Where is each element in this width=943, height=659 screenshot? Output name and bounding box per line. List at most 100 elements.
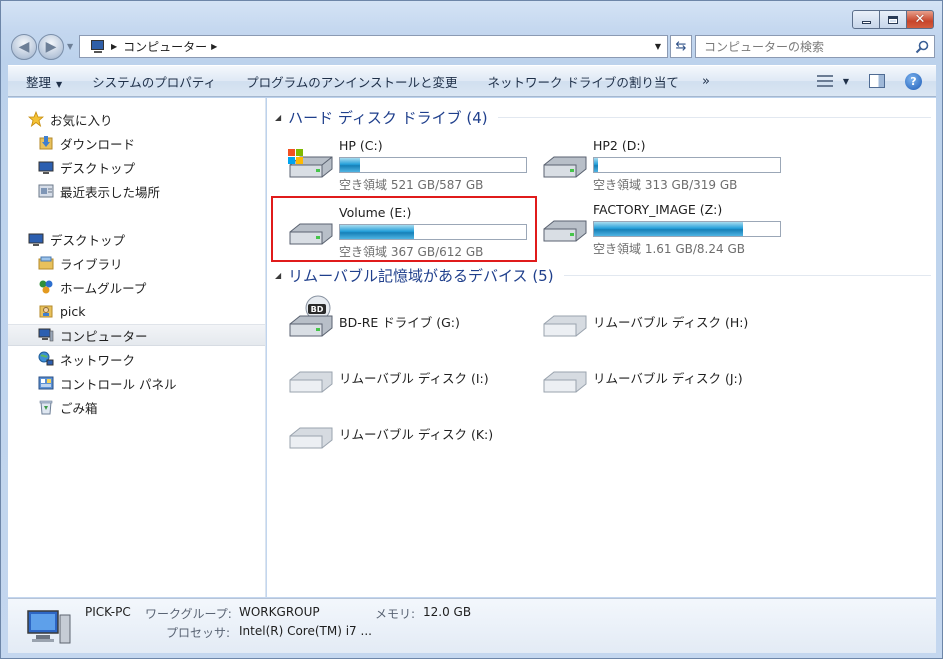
removable-disk-icon — [289, 427, 333, 449]
nav-item-label: 最近表示した場所 — [60, 184, 161, 200]
uninstall-program-button[interactable]: プログラムのアンインストールと変更 — [231, 72, 472, 91]
view-dropdown-icon[interactable]: ▼ — [843, 77, 849, 86]
nav-user-pick[interactable]: pick — [8, 300, 265, 322]
explorer-window: ✕ ◀ ▶ ▼ ▶ コンピューター ▶ ▼ ⇆ 整理 ▼ システムのプロパティ プ… — [0, 0, 943, 659]
recycle-bin-icon — [39, 400, 53, 415]
maximize-icon — [888, 15, 898, 24]
back-arrow-icon: ◀ — [18, 39, 30, 55]
control-panel-icon — [38, 376, 54, 390]
workgroup-label: ワークグループ: — [145, 607, 232, 621]
drive-free-space: 空き領域 313 GB/319 GB — [593, 178, 738, 192]
refresh-icon: ⇆ — [675, 39, 687, 54]
command-bar-right: ▼ ? — [816, 72, 936, 90]
drive-name: FACTORY_IMAGE (Z:) — [593, 202, 723, 217]
drive-usage-bar — [339, 157, 527, 173]
removable-disk-icon — [543, 371, 587, 393]
search-box[interactable] — [695, 35, 935, 58]
memory-label: メモリ: — [375, 607, 416, 621]
drive-z[interactable]: FACTORY_IMAGE (Z:) 空き領域 1.61 GB/8.24 GB — [527, 195, 783, 256]
drive-h[interactable]: リムーバブル ディスク (H:) — [527, 294, 783, 344]
nav-desktop[interactable]: デスクトップ — [8, 228, 265, 250]
search-icon[interactable] — [915, 40, 929, 54]
breadcrumb-chevron-icon[interactable]: ▶ — [211, 42, 217, 51]
removable-disk-icon — [543, 315, 587, 337]
drive-usage-bar — [339, 224, 527, 240]
group-header-hard-disks[interactable]: ◢ ハード ディスク ドライブ (4) — [275, 107, 931, 128]
system-properties-button[interactable]: システムのプロパティ — [77, 72, 231, 91]
nav-recent-places[interactable]: 最近表示した場所 — [8, 180, 265, 202]
close-button[interactable]: ✕ — [906, 10, 934, 29]
device-name: BD-RE ドライブ (G:) — [339, 315, 460, 330]
address-history-dropdown-icon[interactable]: ▼ — [655, 42, 661, 51]
nav-item-label: pick — [60, 303, 86, 319]
nav-item-label: コントロール パネル — [60, 376, 177, 392]
drive-c[interactable]: HP (C:) 空き領域 521 GB/587 GB — [273, 131, 529, 192]
nav-item-label: デスクトップ — [50, 232, 126, 248]
change-view-icon[interactable] — [816, 74, 833, 88]
nav-item-label: ホームグループ — [60, 280, 147, 296]
drive-j[interactable]: リムーバブル ディスク (J:) — [527, 350, 783, 400]
address-bar[interactable]: ▶ コンピューター ▶ ▼ — [79, 35, 668, 58]
recent-pages-dropdown[interactable]: ▼ — [67, 42, 73, 51]
nav-network[interactable]: ネットワーク — [8, 348, 265, 370]
forward-button[interactable]: ▶ — [38, 34, 64, 60]
downloads-folder-icon — [39, 136, 53, 150]
windows-drive-icon — [288, 149, 333, 178]
removable-disk-icon — [289, 371, 333, 393]
nav-item-label: ごみ箱 — [60, 400, 98, 416]
drive-free-space: 空き領域 367 GB/612 GB — [339, 245, 484, 259]
breadcrumb-chevron-icon[interactable]: ▶ — [111, 42, 117, 51]
nav-desktop-favorite[interactable]: デスクトップ — [8, 156, 265, 178]
breadcrumb-computer[interactable]: コンピューター — [123, 38, 207, 55]
pc-name: PICK-PC — [85, 605, 131, 619]
nav-libraries[interactable]: ライブラリ — [8, 252, 265, 274]
refresh-button[interactable]: ⇆ — [670, 35, 692, 58]
collapse-triangle-icon[interactable]: ◢ — [275, 113, 281, 122]
device-name: リムーバブル ディスク (J:) — [593, 371, 743, 386]
drive-name: HP (C:) — [339, 138, 383, 153]
nav-control-panel[interactable]: コントロール パネル — [8, 372, 265, 394]
drive-e[interactable]: Volume (E:) 空き領域 367 GB/612 GB — [271, 196, 537, 262]
minimize-button[interactable] — [852, 10, 880, 29]
map-network-drive-button[interactable]: ネットワーク ドライブの割り当て — [472, 72, 693, 91]
homegroup-icon — [39, 280, 53, 294]
drive-name: HP2 (D:) — [593, 138, 646, 153]
help-icon[interactable]: ? — [905, 72, 922, 90]
nav-homegroup[interactable]: ホームグループ — [8, 276, 265, 298]
libraries-icon — [38, 256, 54, 270]
hard-drive-icon — [543, 156, 587, 178]
drive-d[interactable]: HP2 (D:) 空き領域 313 GB/319 GB — [527, 131, 783, 192]
back-button[interactable]: ◀ — [11, 34, 37, 60]
nav-item-label: ダウンロード — [60, 136, 136, 152]
drive-free-space: 空き領域 1.61 GB/8.24 GB — [593, 242, 745, 256]
recent-places-icon — [38, 184, 54, 198]
group-header-removable[interactable]: ◢ リムーバブル記憶域があるデバイス (5) — [275, 265, 931, 286]
maximize-button[interactable] — [880, 10, 906, 29]
nav-recycle-bin[interactable]: ごみ箱 — [8, 396, 265, 418]
drive-g[interactable]: BD BD-RE ドライブ (G:) — [273, 294, 529, 344]
drive-usage-bar — [593, 157, 781, 173]
computer-icon — [38, 328, 54, 342]
dropdown-arrow-icon: ▼ — [56, 79, 63, 89]
device-name: リムーバブル ディスク (K:) — [339, 427, 494, 442]
network-icon — [38, 351, 54, 366]
more-commands-button[interactable]: » — [694, 74, 718, 89]
drive-i[interactable]: リムーバブル ディスク (I:) — [273, 350, 529, 400]
drive-k[interactable]: リムーバブル ディスク (K:) — [273, 406, 529, 456]
search-input[interactable] — [704, 39, 904, 54]
hard-drive-icon — [543, 220, 587, 242]
organize-menu[interactable]: 整理 ▼ — [8, 72, 77, 91]
nav-downloads[interactable]: ダウンロード — [8, 132, 265, 154]
processor-label: プロセッサ: — [166, 626, 231, 640]
computer-icon — [89, 39, 107, 54]
preview-pane-icon[interactable] — [869, 74, 885, 88]
drive-usage-fill — [340, 225, 415, 239]
minimize-icon — [861, 21, 871, 24]
processor-value: Intel(R) Core(TM) i7 ... — [239, 624, 372, 638]
address-row: ◀ ▶ ▼ ▶ コンピューター ▶ ▼ ⇆ — [9, 34, 939, 60]
nav-computer[interactable]: コンピューター — [8, 324, 265, 346]
content-area: ◢ ハード ディスク ドライブ (4) HP (C:) 空き領域 521 GB/… — [267, 98, 936, 597]
group-divider — [563, 275, 931, 276]
collapse-triangle-icon[interactable]: ◢ — [275, 271, 281, 280]
nav-favorites[interactable]: お気に入り — [8, 108, 265, 130]
